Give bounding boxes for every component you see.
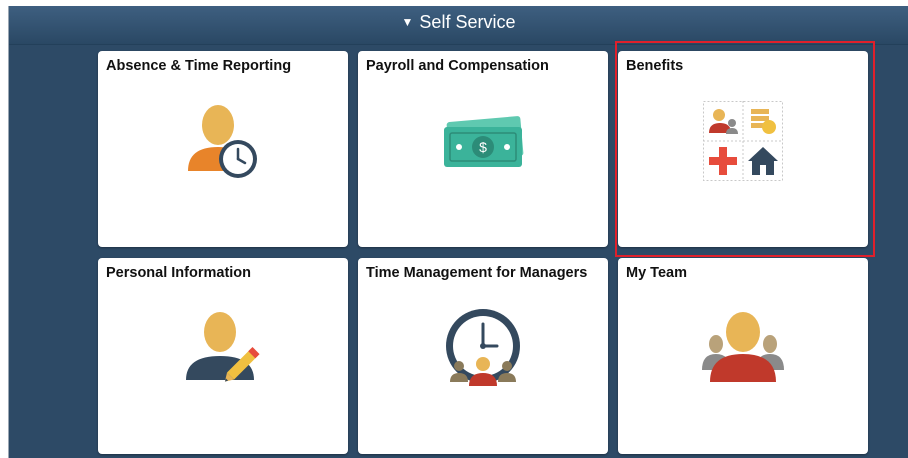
- tile-title: My Team: [626, 265, 687, 281]
- tile-time-management-managers[interactable]: Time Management for Managers: [358, 258, 608, 454]
- section-header[interactable]: ▼ Self Service: [9, 6, 908, 45]
- benefits-icon: [703, 101, 783, 181]
- team-clock-icon: [446, 309, 520, 386]
- tile-personal-information[interactable]: Personal Information: [98, 258, 348, 454]
- svg-text:$: $: [479, 139, 487, 155]
- tile-title: Payroll and Compensation: [366, 58, 549, 74]
- tile-absence-time-reporting[interactable]: Absence & Time Reporting: [98, 51, 348, 247]
- tile-title: Benefits: [626, 58, 684, 74]
- tile-title: Absence & Time Reporting: [106, 58, 292, 74]
- caret-down-icon[interactable]: ▼: [402, 15, 414, 29]
- section-title: Self Service: [419, 12, 516, 32]
- tile-my-team[interactable]: My Team: [618, 258, 868, 454]
- person-pencil-icon: [186, 312, 260, 382]
- tile-title: Time Management for Managers: [366, 265, 588, 281]
- person-clock-icon: [188, 105, 257, 178]
- team-icon: [702, 312, 784, 382]
- tile-title: Personal Information: [106, 265, 252, 281]
- tile-payroll-compensation[interactable]: Payroll and Compensation $: [358, 51, 608, 247]
- money-icon: $: [444, 116, 524, 167]
- tile-benefits[interactable]: Benefits: [618, 51, 868, 247]
